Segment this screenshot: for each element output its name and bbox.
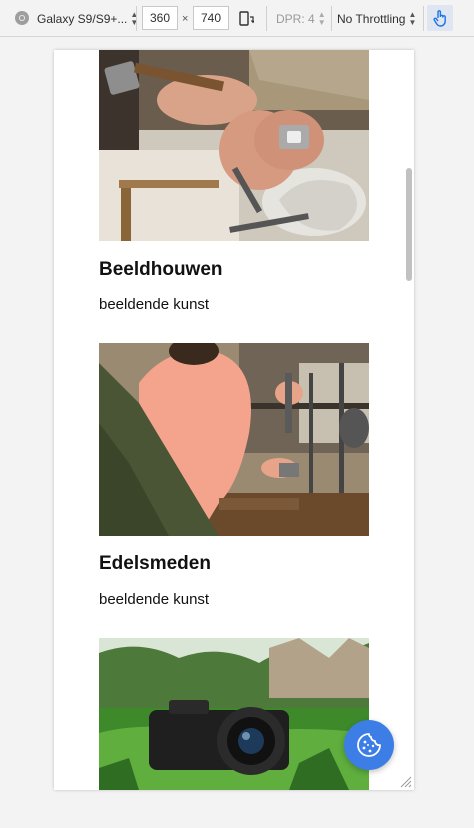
touch-toggle-button[interactable] [427,5,453,31]
course-card[interactable] [99,638,369,790]
height-input[interactable]: 740 [193,6,229,30]
resize-grip-icon[interactable] [400,776,412,788]
scrollbar[interactable] [406,50,414,790]
card-subtitle: beeldende kunst [99,296,210,313]
throttle-label: No Throttling [337,11,406,26]
device-viewport: Beeldhouwen beeldende kunst Edelsmeden b… [54,50,414,790]
rotate-icon[interactable] [238,6,258,31]
device-select[interactable]: Galaxy S9/S9+... ▲ ▼ [37,6,138,31]
devtools-device-toolbar: Galaxy S9/S9+... ▲ ▼ 360 × 740 DPR: 4 ▲ ▼ … [0,0,474,37]
cookie-icon [357,733,381,757]
device-select-label: Galaxy S9/S9+... [37,11,128,26]
card-image-metalwork[interactable] [99,343,369,536]
cookie-settings-button[interactable] [344,720,394,770]
dimension-separator: × [182,12,189,25]
card-title[interactable]: Edelsmeden [99,553,211,575]
scrollbar-thumb[interactable] [406,168,412,281]
toolbar-divider [266,6,267,31]
dropdown-arrows-icon: ▲ ▼ [317,9,326,27]
card-subtitle: beeldende kunst [99,591,210,608]
dpr-select[interactable]: DPR: 4 ▲ ▼ [276,6,326,31]
dropdown-arrows-icon: ▲ ▼ [408,9,417,27]
card-title[interactable]: Beeldhouwen [99,259,223,281]
course-card[interactable]: Beeldhouwen beeldende kunst [99,50,369,320]
throttle-select[interactable]: No Throttling ▲ ▼ [337,6,416,31]
card-image-sculpting[interactable] [99,50,369,241]
card-image-photography[interactable] [99,638,369,790]
chrome-icon [15,11,29,25]
toolbar-divider [331,6,332,31]
touch-hand-icon [433,10,446,27]
toolbar-divider [136,6,137,31]
width-input[interactable]: 360 [142,6,178,30]
course-card[interactable]: Edelsmeden beeldende kunst [99,343,369,613]
toolbar-divider [423,6,424,31]
dpr-label: DPR: 4 [276,11,315,26]
dropdown-arrows-icon: ▲ ▼ [130,9,139,27]
